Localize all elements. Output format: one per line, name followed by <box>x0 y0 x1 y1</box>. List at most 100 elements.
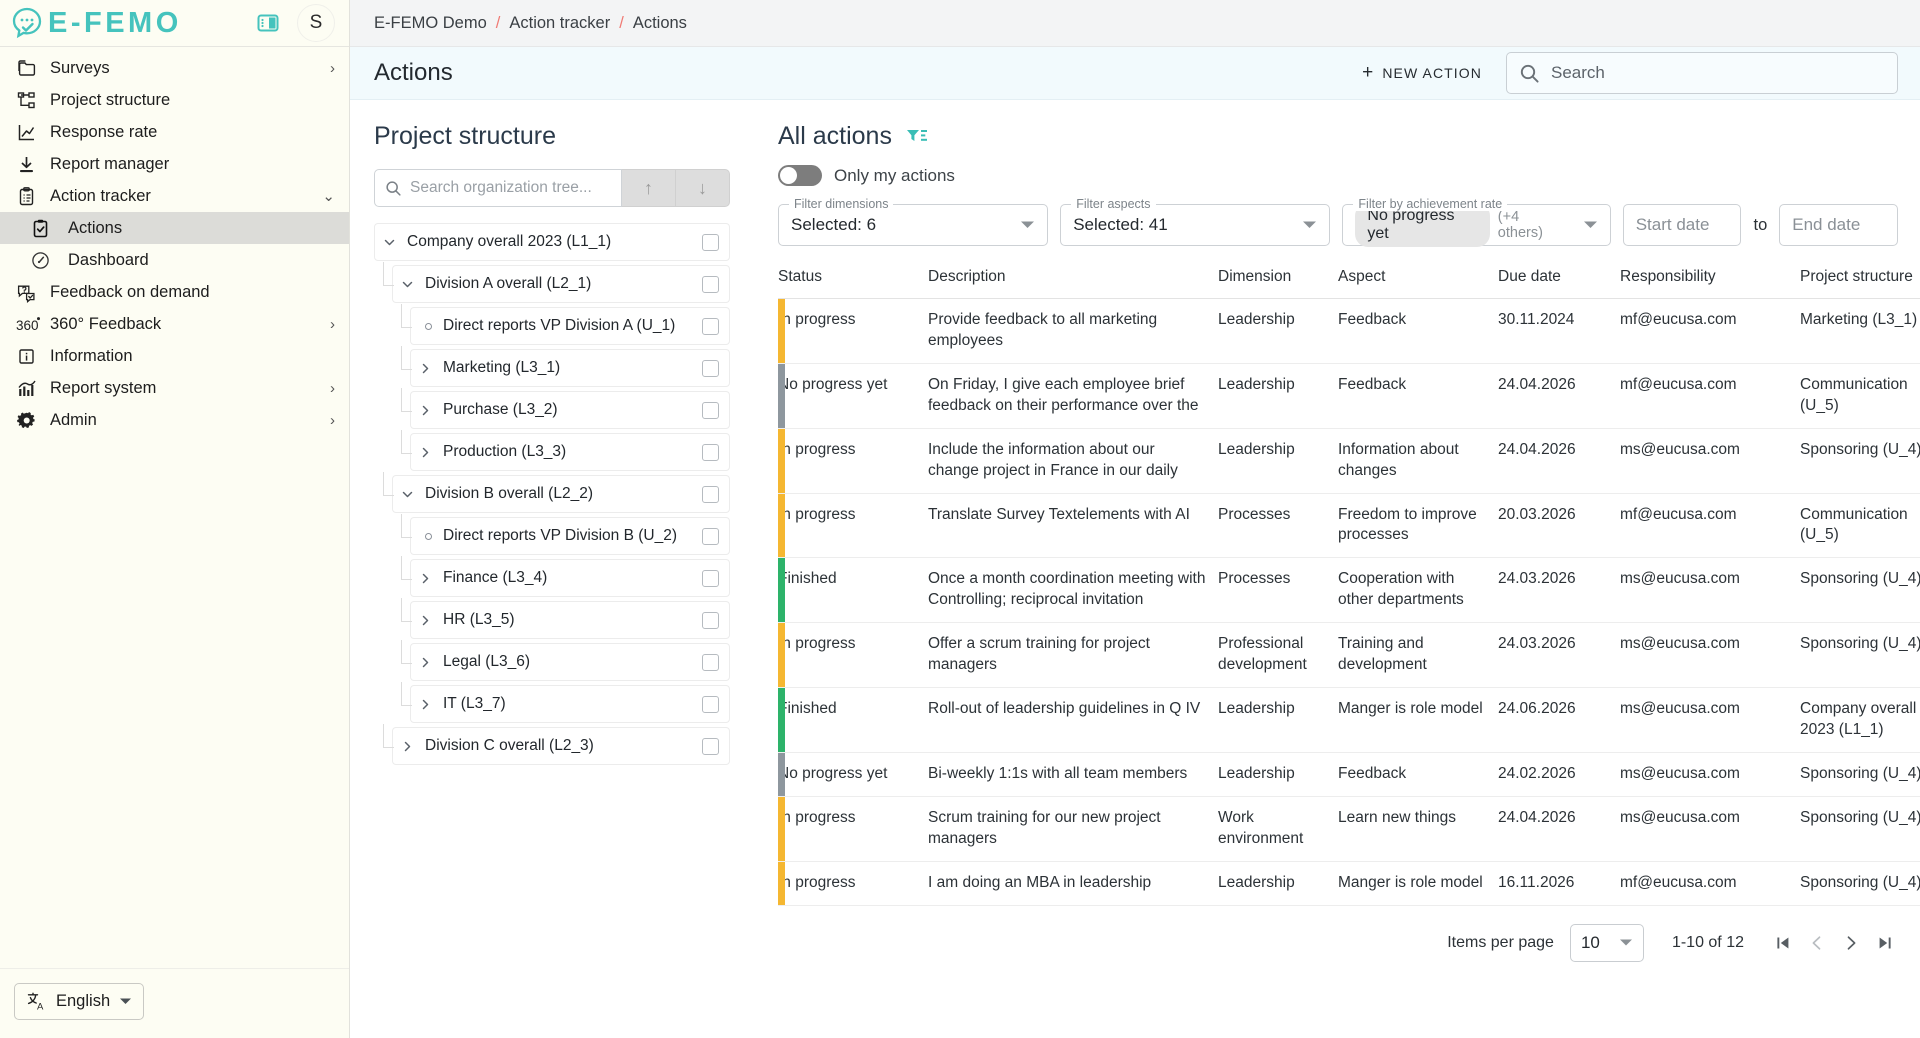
tree-node[interactable]: Purchase (L3_2) <box>401 388 730 429</box>
column-header-dimension[interactable]: Dimension <box>1218 268 1338 299</box>
table-row[interactable]: No progress yet On Friday, I give each em… <box>778 363 1920 429</box>
tree-node-checkbox[interactable] <box>702 443 719 461</box>
sidebar-item-360-feedback[interactable]: 360 360° Feedback › <box>0 308 349 340</box>
sidebar-item-action-tracker[interactable]: Action tracker ⌄ <box>0 180 349 212</box>
cell-aspect: Information about changes <box>1338 428 1498 494</box>
tree-search-box[interactable] <box>374 169 622 207</box>
items-per-page-select[interactable]: 10 <box>1569 923 1644 962</box>
tree-node[interactable]: Legal (L3_6) <box>401 640 730 681</box>
filter-list-icon[interactable] <box>906 127 928 147</box>
tree-node[interactable]: Direct reports VP Division B (U_2) <box>401 514 730 555</box>
tree-node[interactable]: IT (L3_7) <box>401 682 730 723</box>
column-header-due-date[interactable]: Due date <box>1498 268 1620 299</box>
tree-node[interactable]: Marketing (L3_1) <box>401 346 730 387</box>
end-date-input[interactable]: End date <box>1779 204 1899 246</box>
tree-node-checkbox[interactable] <box>702 695 719 713</box>
sidebar-item-report-manager[interactable]: Report manager <box>0 148 349 180</box>
tree-next-match-button[interactable]: ↓ <box>676 169 730 207</box>
sidebar-item-label: Response rate <box>50 122 158 141</box>
table-row[interactable]: In progress Provide feedback to all marke… <box>778 298 1920 364</box>
table-row[interactable]: In progress Scrum training for our new pr… <box>778 796 1920 862</box>
app-logo[interactable]: E-FEMO <box>10 6 182 40</box>
tree-node-checkbox[interactable] <box>702 527 719 545</box>
tree-node[interactable]: Division A overall (L2_1) <box>383 262 730 303</box>
avatar[interactable]: S <box>297 4 335 42</box>
tree-node-checkbox[interactable] <box>702 317 719 335</box>
sidebar-item-admin[interactable]: Admin › <box>0 404 349 436</box>
chevron-right-icon[interactable] <box>419 404 437 417</box>
tree-node[interactable]: Division C overall (L2_3) <box>383 724 730 765</box>
collapse-sidebar-icon[interactable] <box>257 12 279 34</box>
chevron-down-icon[interactable] <box>383 236 401 249</box>
table-row[interactable]: Finished Once a month coordination meetin… <box>778 557 1920 624</box>
column-header-description[interactable]: Description <box>928 268 1218 299</box>
chevron-right-icon[interactable] <box>419 362 437 375</box>
search-input[interactable] <box>1551 63 1885 83</box>
end-date-placeholder: End date <box>1792 215 1861 234</box>
breadcrumb-item-section[interactable]: Action tracker <box>509 14 610 33</box>
only-my-actions-toggle[interactable] <box>778 165 822 186</box>
tree-node-checkbox[interactable] <box>702 653 719 671</box>
table-row[interactable]: In progress Translate Survey Textelements… <box>778 493 1920 559</box>
tree-node[interactable]: Finance (L3_4) <box>401 556 730 597</box>
tree-search-input[interactable] <box>410 179 611 197</box>
global-search[interactable] <box>1506 52 1898 94</box>
table-row[interactable]: In progress Include the information about… <box>778 428 1920 494</box>
tree-node-checkbox[interactable] <box>702 401 719 419</box>
sidebar-item-surveys[interactable]: Surveys › <box>0 52 349 84</box>
sidebar-item-project-structure[interactable]: Project structure <box>0 84 349 116</box>
column-header-project-structure[interactable]: Project structure <box>1800 268 1920 299</box>
sidebar-item-dashboard[interactable]: Dashboard <box>0 244 349 276</box>
chevron-down-icon[interactable] <box>401 488 419 501</box>
breadcrumb-item-root[interactable]: E-FEMO Demo <box>374 14 487 33</box>
language-selector[interactable]: A English <box>14 983 145 1020</box>
cell-aspect: Manger is role model <box>1338 687 1498 753</box>
sidebar-item-actions[interactable]: Actions <box>0 212 349 244</box>
filter-aspects-select[interactable]: Filter aspects Selected: 41 <box>1060 197 1331 246</box>
column-header-aspect[interactable]: Aspect <box>1338 268 1498 299</box>
chevron-right-icon[interactable] <box>419 614 437 627</box>
next-page-button[interactable] <box>1842 934 1860 952</box>
chevron-right-icon[interactable] <box>419 572 437 585</box>
column-header-status[interactable]: Status <box>778 268 928 299</box>
breadcrumb-item-current[interactable]: Actions <box>633 14 687 33</box>
filter-dimensions-select[interactable]: Filter dimensions Selected: 6 <box>778 197 1049 246</box>
filter-achievement-rate-select[interactable]: Filter by achievement rate No progress y… <box>1342 197 1611 247</box>
tree-node-checkbox[interactable] <box>702 485 719 503</box>
table-row[interactable]: In progress I am doing an MBA in leadersh… <box>778 861 1920 906</box>
tree-node[interactable]: Production (L3_3) <box>401 430 730 471</box>
previous-page-button[interactable] <box>1808 934 1826 952</box>
column-header-responsibility[interactable]: Responsibility <box>1620 268 1800 299</box>
table-row[interactable]: In progress Offer a scrum training for pr… <box>778 622 1920 689</box>
tree-node[interactable]: Company overall 2023 (L1_1) <box>374 223 730 261</box>
tree-node-checkbox[interactable] <box>702 737 719 755</box>
pagination: Items per page 10 1-10 of 12 <box>778 906 1898 962</box>
sidebar-item-response-rate[interactable]: Response rate <box>0 116 349 148</box>
sidebar-item-report-system[interactable]: Report system › <box>0 372 349 404</box>
tree-prev-match-button[interactable]: ↑ <box>622 169 676 207</box>
start-date-input[interactable]: Start date <box>1622 204 1742 246</box>
table-row[interactable]: Finished Roll-out of leadership guideline… <box>778 687 1920 753</box>
tree-node-checkbox[interactable] <box>702 275 719 293</box>
tree-node[interactable]: HR (L3_5) <box>401 598 730 639</box>
sidebar-item-feedback-on-demand[interactable]: Feedback on demand <box>0 276 349 308</box>
tree-node[interactable]: Division B overall (L2_2) <box>383 472 730 513</box>
chevron-right-icon[interactable] <box>419 698 437 711</box>
tree-node-checkbox[interactable] <box>702 233 719 251</box>
chevron-right-icon[interactable] <box>401 740 419 753</box>
tree-node-checkbox[interactable] <box>702 611 719 629</box>
tree-node-checkbox[interactable] <box>702 359 719 377</box>
table-row[interactable]: No progress yet Bi-weekly 1:1s with all t… <box>778 752 1920 797</box>
chevron-down-icon[interactable] <box>401 278 419 291</box>
cell-aspect: Feedback <box>1338 363 1498 429</box>
new-action-button[interactable]: + NEW ACTION <box>1352 56 1492 90</box>
cell-aspect: Manger is role model <box>1338 861 1498 906</box>
chevron-down-icon <box>119 997 132 1006</box>
last-page-button[interactable] <box>1876 934 1894 952</box>
chevron-right-icon[interactable] <box>419 656 437 669</box>
first-page-button[interactable] <box>1774 934 1792 952</box>
tree-node[interactable]: Direct reports VP Division A (U_1) <box>401 304 730 345</box>
sidebar-item-information[interactable]: Information <box>0 340 349 372</box>
chevron-right-icon[interactable] <box>419 446 437 459</box>
tree-node-checkbox[interactable] <box>702 569 719 587</box>
